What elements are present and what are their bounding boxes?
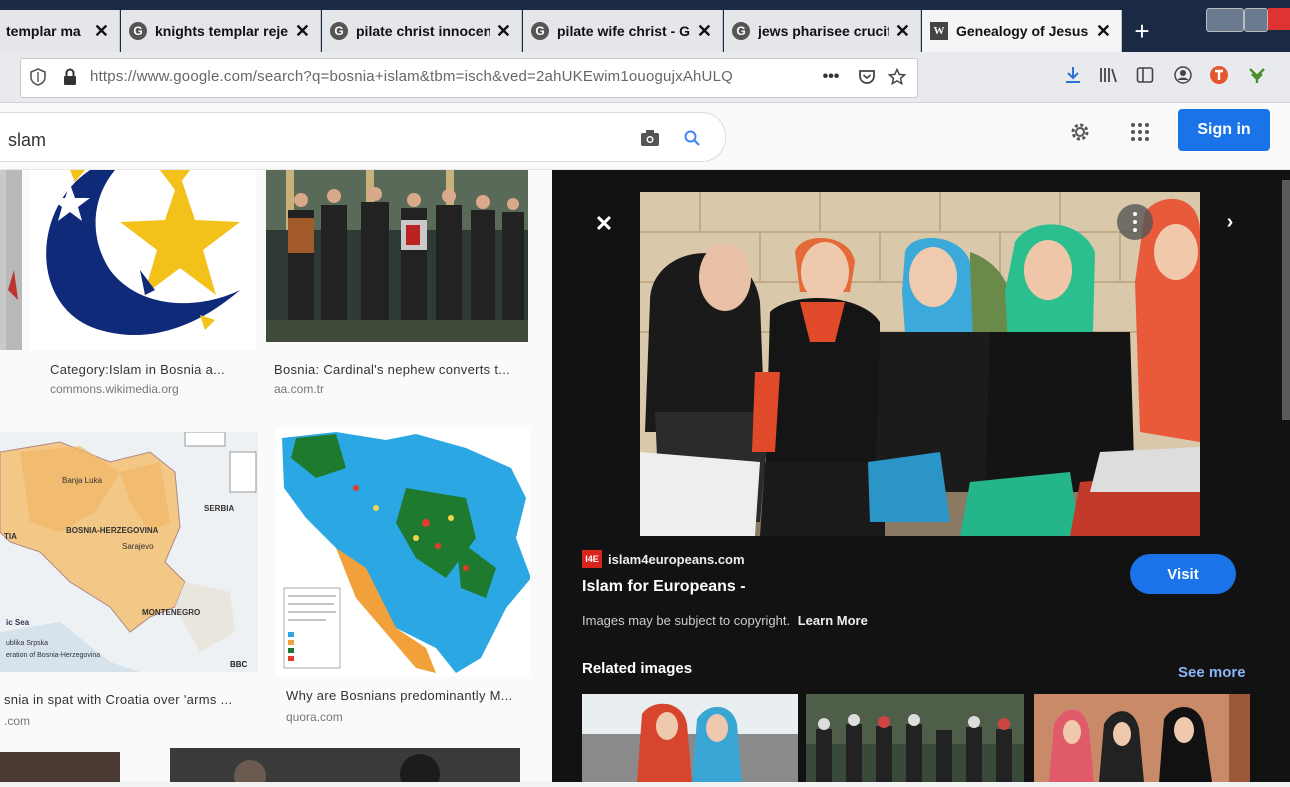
tab-close-icon[interactable]: ✕ — [94, 21, 109, 42]
google-icon: G — [732, 22, 750, 40]
result-thumbnail-flag[interactable] — [30, 170, 256, 350]
preview-title[interactable]: Islam for Europeans - — [582, 578, 746, 596]
tab-close-icon[interactable]: ✕ — [496, 21, 511, 42]
tab-2[interactable]: G pilate christ innocen ✕ — [322, 10, 522, 52]
close-preview-icon[interactable]: ✕ — [592, 211, 616, 236]
related-image[interactable] — [582, 694, 798, 782]
result-caption[interactable]: Why are Bosnians predominantly M... — [286, 688, 513, 703]
sign-in-button[interactable]: Sign in — [1178, 109, 1270, 151]
tab-4[interactable]: G jews pharisee crucif ✕ — [724, 10, 921, 52]
new-tab-button[interactable]: + — [1124, 10, 1160, 52]
preview-image[interactable] — [640, 192, 1200, 536]
map-label: MONTENEGRO — [142, 608, 201, 617]
result-source: quora.com — [286, 710, 343, 724]
result-thumbnail-partial[interactable] — [170, 748, 520, 787]
bbc-logo: BBC — [230, 660, 248, 669]
search-input[interactable]: slam — [8, 130, 46, 151]
result-thumbnail-political-map[interactable]: Banja Luka SERBIA BOSNIA-HERZEGOVINA Sar… — [0, 432, 258, 672]
tab-3[interactable]: G pilate wife christ - G ✕ — [523, 10, 723, 52]
learn-more-link[interactable]: Learn More — [798, 613, 868, 628]
google-icon: G — [531, 22, 549, 40]
tab-close-icon[interactable]: ✕ — [295, 21, 310, 42]
result-caption[interactable]: Category:Islam in Bosnia a... — [50, 362, 225, 377]
visit-button[interactable]: Visit — [1130, 554, 1236, 594]
search-box[interactable] — [0, 112, 726, 162]
download-icon[interactable] — [1062, 64, 1084, 86]
apps-grid-icon[interactable] — [1126, 118, 1154, 146]
wikipedia-icon: W — [930, 22, 948, 40]
settings-gear-icon[interactable] — [1066, 118, 1094, 146]
extension-orange-icon[interactable] — [1208, 64, 1230, 86]
map-label: BOSNIA-HERZEGOVINA — [66, 526, 159, 535]
related-image[interactable] — [806, 694, 1024, 782]
account-icon[interactable] — [1172, 64, 1194, 86]
map-legend-item: ublika Srpska — [6, 640, 49, 647]
search-icon[interactable] — [680, 126, 704, 150]
result-thumbnail-partial[interactable] — [0, 752, 120, 782]
map-label: TIA — [4, 532, 17, 541]
tab-title: Genealogy of Jesus - — [956, 23, 1090, 39]
tab-title: knights templar reje — [155, 23, 289, 39]
library-icon[interactable] — [1098, 64, 1120, 86]
source-site[interactable]: islam4europeans.com — [608, 552, 745, 567]
tab-1[interactable]: G knights templar reje ✕ — [121, 10, 321, 52]
minimize-button[interactable] — [1206, 8, 1244, 32]
next-image-icon[interactable]: › — [1218, 210, 1242, 234]
pocket-icon[interactable] — [856, 66, 878, 88]
copyright-notice: Images may be subject to copyright. Lear… — [582, 613, 868, 628]
tab-title: pilate christ innocen — [356, 23, 490, 39]
result-thumbnail-ethnic-map[interactable] — [276, 428, 531, 676]
result-source: commons.wikimedia.org — [50, 382, 179, 396]
window-close-button[interactable] — [1268, 8, 1290, 30]
result-source: aa.com.tr — [274, 382, 325, 396]
related-images-heading: Related images — [582, 660, 693, 677]
maximize-button[interactable] — [1244, 8, 1268, 32]
tab-title: pilate wife christ - G — [557, 23, 691, 39]
result-thumbnail-group-photo[interactable] — [266, 170, 528, 342]
result-source: .com — [4, 714, 31, 728]
tab-0[interactable]: templar ma ✕ — [0, 10, 120, 52]
page-actions-icon[interactable]: ••• — [816, 66, 846, 88]
tab-5[interactable]: W Genealogy of Jesus - ✕ — [922, 10, 1122, 52]
see-more-link[interactable]: See more — [1178, 664, 1246, 681]
map-label: Banja Luka — [62, 476, 103, 485]
google-icon: G — [129, 22, 147, 40]
tab-title: jews pharisee crucif — [758, 23, 889, 39]
map-label: ic Sea — [6, 618, 30, 627]
related-image[interactable] — [1034, 694, 1250, 782]
tab-close-icon[interactable]: ✕ — [697, 21, 712, 42]
map-label: SERBIA — [204, 504, 235, 513]
tab-title: templar ma — [6, 23, 81, 39]
camera-search-icon[interactable] — [638, 127, 662, 149]
sidebar-icon[interactable] — [1134, 64, 1156, 86]
result-caption[interactable]: snia in spat with Croatia over 'arms ... — [4, 692, 232, 707]
result-thumbnail-partial[interactable] — [0, 170, 22, 350]
source-favicon: I4E — [582, 550, 602, 568]
result-caption[interactable]: Bosnia: Cardinal's nephew converts t... — [274, 362, 510, 377]
copyright-text: Images may be subject to copyright. — [582, 613, 791, 628]
bookmark-star-icon[interactable] — [886, 66, 908, 88]
scrollbar[interactable] — [1282, 180, 1290, 420]
map-legend-item: eration of Bosnia-Herzegovina — [6, 652, 101, 659]
map-label: Sarajevo — [122, 542, 154, 551]
shield-icon[interactable] — [28, 66, 48, 88]
extension-green-icon[interactable] — [1246, 64, 1268, 86]
tab-close-icon[interactable]: ✕ — [895, 21, 910, 42]
lock-icon[interactable] — [60, 66, 80, 88]
tab-close-icon[interactable]: ✕ — [1096, 21, 1111, 42]
url-text[interactable]: https://www.google.com/search?q=bosnia+i… — [90, 68, 733, 85]
google-icon: G — [330, 22, 348, 40]
